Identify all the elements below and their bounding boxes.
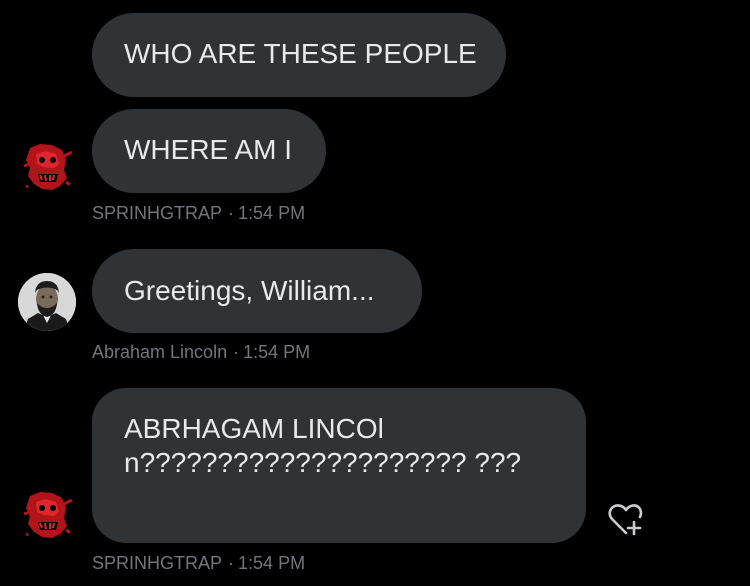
springtrap-avatar-image [18, 486, 76, 544]
sender-name: SPRINHGTRAP [92, 203, 223, 223]
message-meta: SPRINHGTRAP · 1:54 PM [92, 203, 305, 224]
message-text: WHO ARE THESE PEOPLE [124, 38, 477, 69]
message-meta: SPRINHGTRAP · 1:54 PM [92, 553, 305, 574]
meta-separator: · [228, 203, 235, 223]
meta-separator: · [228, 553, 235, 573]
message-bubble[interactable]: Greetings, William... [92, 249, 422, 333]
message-text: ABRHAGAM LINCOln????????????????????? ??… [124, 413, 522, 478]
message-time: 1:54 PM [238, 203, 306, 223]
message-time: 1:54 PM [243, 342, 311, 362]
springtrap-avatar-image [18, 138, 76, 196]
heart-plus-icon[interactable] [606, 500, 646, 540]
message-text: WHERE AM I [124, 134, 293, 165]
message-bubble[interactable]: WHO ARE THESE PEOPLE [92, 13, 506, 97]
message-meta: Abraham Lincoln · 1:54 PM [92, 342, 310, 363]
meta-separator: · [233, 342, 240, 362]
sender-name: Abraham Lincoln [92, 342, 228, 362]
message-text: Greetings, William... [124, 275, 375, 306]
lincoln-avatar[interactable] [18, 273, 76, 331]
sender-name: SPRINHGTRAP [92, 553, 223, 573]
lincoln-avatar-image [18, 273, 76, 331]
message-bubble[interactable]: WHERE AM I [92, 109, 326, 193]
message-bubble[interactable]: ABRHAGAM LINCOln????????????????????? ??… [92, 388, 586, 543]
springtrap-avatar[interactable] [18, 486, 76, 544]
springtrap-avatar[interactable] [18, 138, 76, 196]
message-time: 1:54 PM [238, 553, 306, 573]
